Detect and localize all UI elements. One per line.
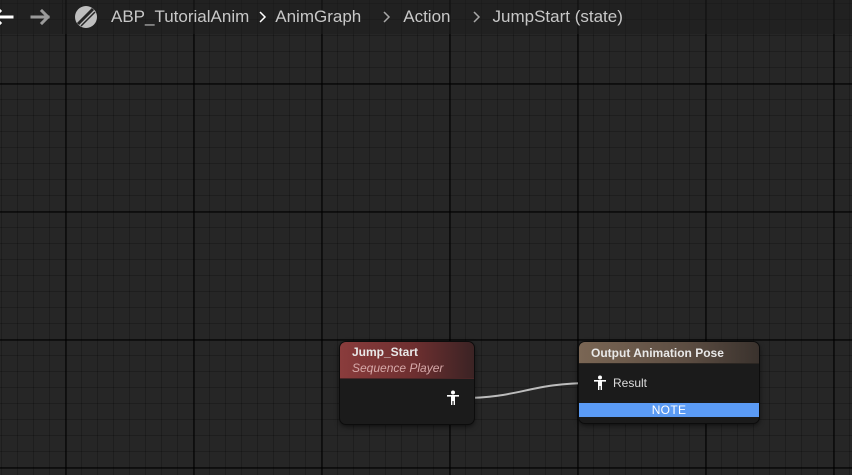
output-pose-node[interactable]: Output Animation Pose Result NOTE bbox=[579, 342, 759, 423]
sequence-player-output-pin[interactable] bbox=[446, 390, 460, 406]
sequence-player-node-subtitle: Sequence Player bbox=[352, 361, 444, 375]
sequence-player-node-title: Jump_Start bbox=[352, 345, 419, 359]
sequence-player-node[interactable]: Jump_Start Sequence Player bbox=[340, 342, 474, 424]
sequence-player-node-header[interactable]: Jump_Start Sequence Player bbox=[340, 342, 474, 379]
pose-figure-icon bbox=[447, 390, 459, 405]
node-note-bar: NOTE bbox=[579, 403, 759, 417]
result-pin-label: Result bbox=[613, 376, 648, 390]
pose-figure-icon bbox=[594, 375, 606, 390]
output-pose-node-header[interactable]: Output Animation Pose bbox=[579, 342, 759, 364]
output-pose-node-title: Output Animation Pose bbox=[591, 346, 724, 360]
output-pose-result-pin[interactable]: Result bbox=[593, 375, 647, 391]
